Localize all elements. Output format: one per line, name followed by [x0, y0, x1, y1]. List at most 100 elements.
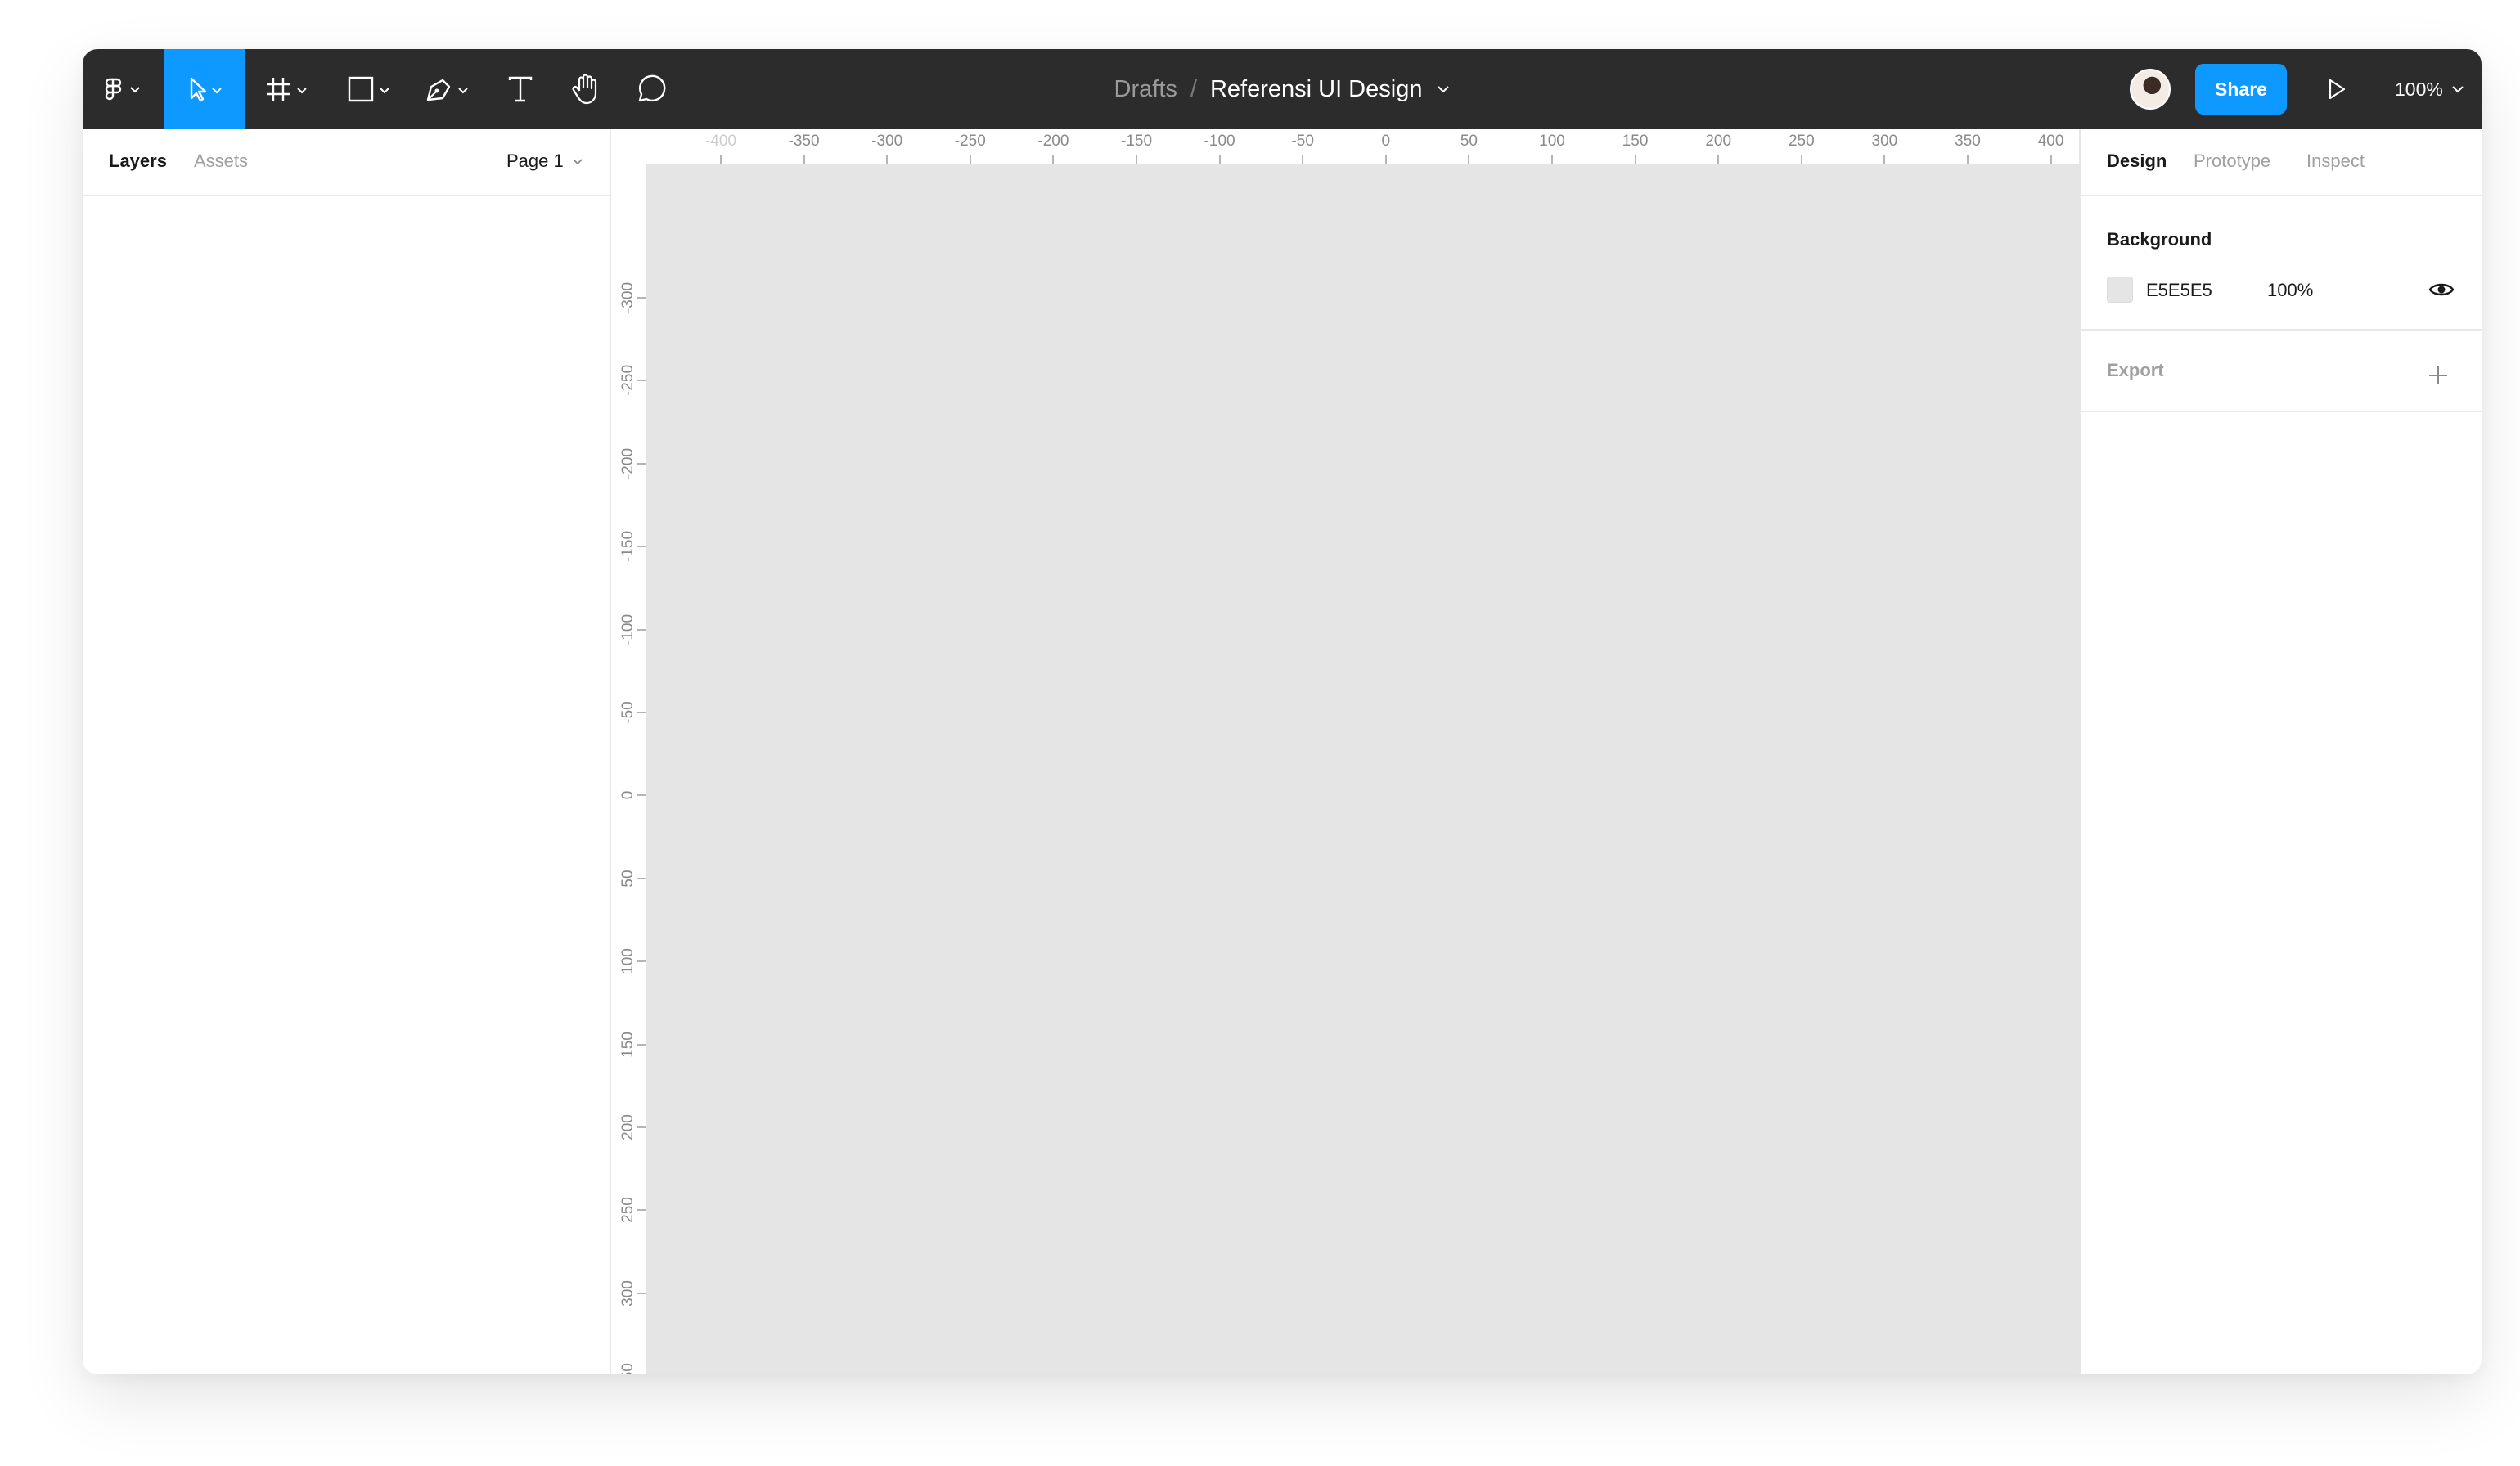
- frame-tool-icon: [267, 78, 307, 101]
- ruler-h-label: 250: [1788, 133, 1815, 150]
- ruler-v-label: -150: [619, 531, 637, 563]
- tab-inspect[interactable]: Inspect: [2306, 151, 2365, 172]
- ruler-h-tick: [1800, 155, 1802, 164]
- ruler-h-tick: [886, 155, 889, 164]
- ruler-h-tick: [803, 155, 805, 164]
- ruler-h-tick: [1384, 155, 1387, 164]
- hand-tool-button[interactable]: [562, 49, 610, 129]
- background-color-swatch[interactable]: [2107, 277, 2133, 303]
- page-selector-label: Page 1: [506, 151, 564, 171]
- ruler-h-tick: [1717, 155, 1720, 164]
- ruler-h-tick: [1136, 155, 1137, 164]
- top-toolbar: Drafts / Referensi UI Design Share 100%: [83, 49, 2482, 129]
- ruler-v-label: 150: [619, 1031, 637, 1058]
- right-panel-tabs: Design Prototype Inspect: [2081, 129, 2482, 196]
- ruler-corner: [611, 129, 646, 164]
- ruler-h-label: -200: [1037, 133, 1069, 150]
- chevron-down-icon: [573, 158, 583, 164]
- zoom-level: 100%: [2395, 78, 2443, 100]
- ruler-h-label: 0: [1381, 133, 1391, 150]
- ruler-h-tick: [1967, 155, 1969, 164]
- tab-assets[interactable]: Assets: [194, 151, 248, 172]
- ruler-h-tick: [1052, 155, 1055, 164]
- zoom-menu[interactable]: 100%: [2395, 49, 2464, 129]
- ruler-h-label: 150: [1622, 133, 1649, 150]
- ruler-v-label: 350: [619, 1363, 637, 1374]
- ruler-v-tick: [637, 1043, 646, 1046]
- share-button[interactable]: Share: [2195, 64, 2287, 115]
- present-button[interactable]: [2321, 74, 2352, 105]
- ruler-v-tick: [637, 794, 646, 797]
- tab-prototype[interactable]: Prototype: [2194, 151, 2270, 172]
- ruler-h-tick: [969, 155, 971, 164]
- ruler-v-label: 250: [619, 1197, 637, 1224]
- background-opacity-input[interactable]: 100%: [2267, 280, 2313, 301]
- ruler-h-tick: [2050, 155, 2052, 164]
- horizontal-ruler: -400 -350 -300 -250 -200 -150 -100 -50 0 50 100 150…: [611, 129, 2063, 164]
- ruler-v-label: -250: [619, 365, 637, 397]
- ruler-h-label: -400: [704, 133, 737, 150]
- ruler-h-tick: [1302, 155, 1304, 164]
- text-tool-icon: [508, 76, 533, 102]
- ruler-h-label: 400: [2037, 133, 2064, 150]
- move-tool-icon: [190, 77, 222, 102]
- background-title: Background: [2107, 229, 2212, 250]
- hand-tool-icon: [572, 74, 597, 105]
- ruler-h-label: 350: [1955, 133, 1981, 150]
- figma-menu-icon: [105, 78, 140, 101]
- breadcrumb-separator: /: [1190, 75, 1197, 102]
- ruler-h-label: -150: [1120, 133, 1153, 150]
- user-avatar[interactable]: [2130, 69, 2171, 110]
- ruler-h-label: -50: [1291, 133, 1314, 150]
- comment-tool-button[interactable]: [628, 49, 675, 129]
- ruler-v-label: -50: [619, 701, 637, 724]
- ruler-v-label: 200: [619, 1114, 637, 1140]
- ruler-v-tick: [637, 546, 646, 548]
- ruler-h-label: -350: [788, 133, 820, 150]
- main-menu-button[interactable]: [83, 49, 164, 129]
- breadcrumb-drafts-link[interactable]: Drafts: [1114, 76, 1177, 103]
- file-menu-chevron-down-icon[interactable]: [1437, 85, 1450, 93]
- shape-tool-icon: [348, 76, 389, 102]
- ruler-v-label: 300: [619, 1279, 637, 1306]
- ruler-h-tick: [720, 155, 722, 164]
- move-tool-button[interactable]: [164, 49, 245, 129]
- tab-design[interactable]: Design: [2107, 151, 2167, 172]
- design-canvas[interactable]: [646, 164, 2079, 1374]
- file-name[interactable]: Referensi UI Design: [1210, 76, 1423, 103]
- ruler-h-tick: [1218, 155, 1221, 164]
- ruler-v-label: 0: [619, 791, 637, 800]
- figma-window: Drafts / Referensi UI Design Share 100% …: [83, 49, 2482, 1374]
- ruler-h-label: 50: [1460, 133, 1478, 150]
- ruler-v-tick: [637, 628, 646, 631]
- pen-tool-button[interactable]: [415, 49, 485, 129]
- ruler-h-label: -250: [954, 133, 986, 150]
- tab-layers[interactable]: Layers: [109, 151, 167, 172]
- ruler-v-tick: [637, 462, 646, 465]
- ruler-h-tick: [1468, 155, 1470, 164]
- add-export-plus-icon[interactable]: [2428, 365, 2449, 386]
- ruler-v-tick: [637, 1292, 646, 1294]
- comment-tool-icon: [638, 74, 666, 102]
- ruler-v-tick: [637, 380, 646, 382]
- properties-panel: Design Prototype Inspect Background E5E5…: [2079, 129, 2482, 1374]
- page-selector[interactable]: Page 1: [506, 151, 583, 172]
- frame-tool-button[interactable]: [253, 49, 325, 129]
- ruler-h-label: -300: [871, 133, 903, 150]
- text-tool-button[interactable]: [497, 49, 544, 129]
- play-icon: [2329, 79, 2346, 100]
- ruler-v-tick: [637, 960, 646, 963]
- eye-icon[interactable]: [2428, 280, 2455, 299]
- ruler-v-label: -200: [619, 447, 637, 479]
- ruler-v-tick: [637, 712, 646, 713]
- background-hex-input[interactable]: E5E5E5: [2146, 280, 2212, 301]
- export-section: Export: [2081, 331, 2482, 412]
- ruler-h-label: 300: [1871, 133, 1898, 150]
- pen-tool-icon: [426, 79, 468, 101]
- layers-panel: Layers Assets Page 1: [83, 129, 611, 1374]
- shape-tool-button[interactable]: [336, 49, 407, 129]
- left-panel-tabs: Layers Assets Page 1: [83, 129, 610, 196]
- export-title: Export: [2107, 360, 2164, 380]
- ruler-v-tick: [637, 297, 646, 299]
- ruler-v-tick: [637, 1209, 646, 1212]
